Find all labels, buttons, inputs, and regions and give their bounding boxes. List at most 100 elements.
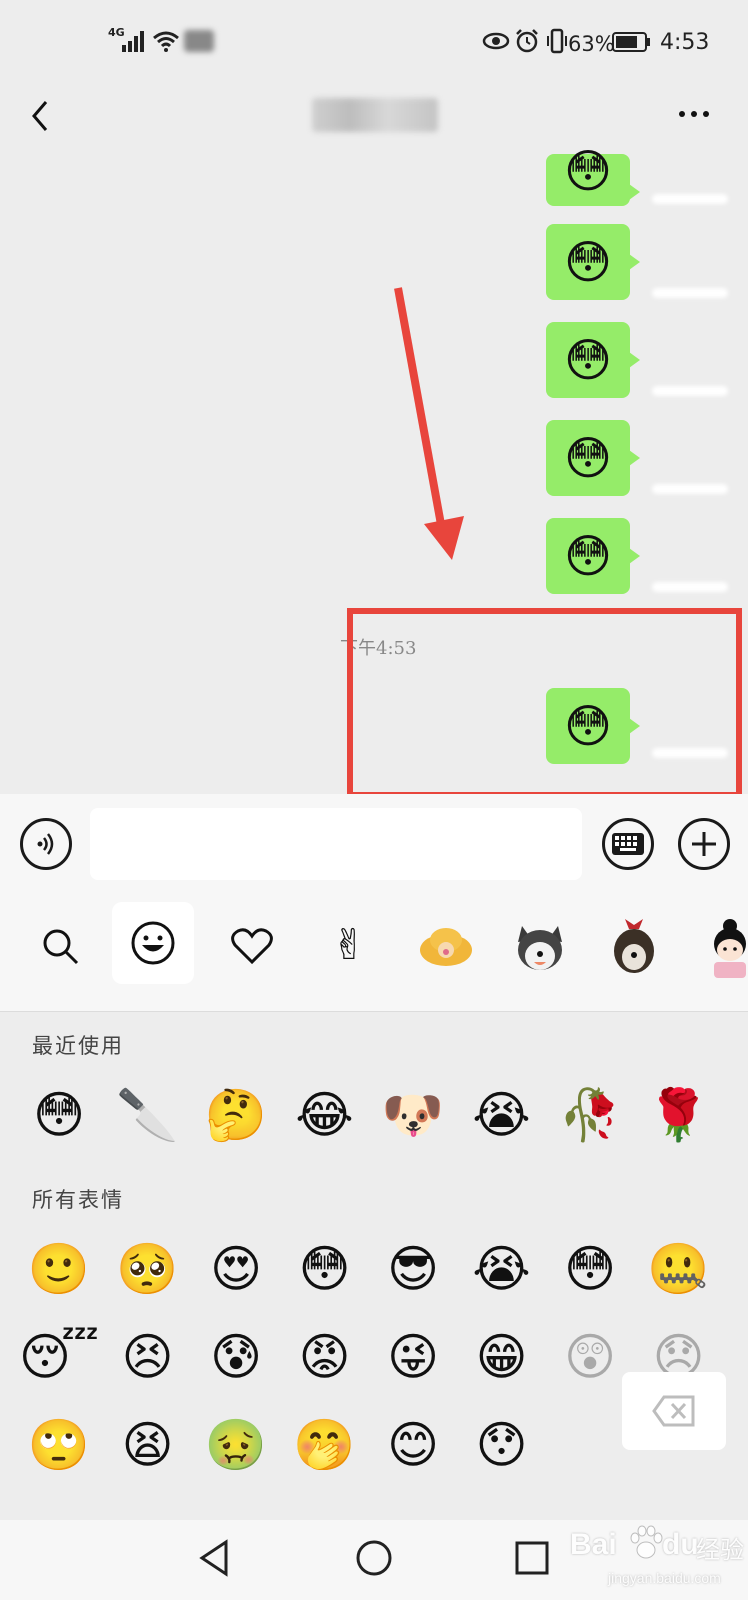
baidu-watermark: Bai du 经验 jingyan.baidu.com (568, 1522, 744, 1596)
victory-hand-icon: ✌ (331, 919, 367, 969)
voice-button[interactable] (20, 818, 72, 870)
watermark-jingyan: 经验 (696, 1536, 744, 1564)
circle-home-icon (356, 1540, 392, 1576)
message-bubble[interactable]: 😳 (546, 322, 640, 398)
tab-search[interactable] (30, 916, 90, 976)
signal-icon (122, 30, 148, 56)
battery-icon (612, 32, 652, 56)
flushed-face-emoji: 😳 (564, 235, 612, 289)
recent-emoji[interactable]: 😂 (290, 1080, 360, 1150)
flushed-face-emoji: 😳 (564, 144, 612, 198)
more-button[interactable] (676, 104, 716, 124)
alarm-icon (514, 28, 540, 58)
message-bubble[interactable]: 😳 (546, 224, 640, 300)
avatar[interactable] (652, 288, 728, 298)
emoji-item[interactable]: 😯 (467, 1410, 537, 1480)
emoji-item[interactable]: 😎 (378, 1234, 448, 1304)
flushed-face-emoji: 😳 (564, 333, 612, 387)
backspace-icon (652, 1395, 695, 1427)
emoji-item[interactable]: 😫 (113, 1410, 183, 1480)
recent-emoji[interactable]: 🔪 (113, 1080, 183, 1150)
smiley-icon (131, 921, 175, 965)
tab-sticker-pack-1[interactable] (416, 916, 476, 976)
emoji-item[interactable]: 😰 (201, 1322, 271, 1392)
tab-emoji[interactable] (112, 902, 194, 984)
emoji-item[interactable]: 😴 (19, 1322, 99, 1392)
emoji-item[interactable]: 😳 (290, 1234, 360, 1304)
chat-area[interactable]: 😳 😳 😳 😳 😳 下午4:53 😳 (0, 148, 748, 798)
emoji-item[interactable]: 🙂 (24, 1234, 94, 1304)
emoji-item[interactable]: 😜 (378, 1322, 448, 1392)
dog-bow-sticker-icon (614, 919, 654, 973)
nav-home-button[interactable] (350, 1534, 398, 1582)
emoji-item[interactable]: 😁 (467, 1322, 537, 1392)
avatar[interactable] (652, 386, 728, 396)
watermark-bai: Bai (570, 1528, 617, 1561)
chevron-left-icon (32, 101, 48, 131)
chat-header (0, 86, 748, 160)
emoji-item[interactable]: 😳 (555, 1234, 625, 1304)
ellipsis-icon (679, 111, 709, 117)
tab-gestures[interactable]: ✌ (324, 914, 374, 974)
recent-emoji[interactable]: 🤔 (201, 1080, 271, 1150)
keyboard-icon (612, 833, 644, 855)
recent-emoji[interactable]: 🐶 (378, 1080, 448, 1150)
avatar[interactable] (652, 582, 728, 592)
back-button[interactable] (22, 96, 62, 136)
avatar[interactable] (652, 484, 728, 494)
emoji-item[interactable]: 🙄 (24, 1410, 94, 1480)
wifi-icon (152, 30, 180, 56)
recent-emoji[interactable]: 🥀 (555, 1080, 625, 1150)
status-bar: 4G 63% 4:53 (0, 0, 748, 86)
dog-sticker-icon (518, 926, 562, 970)
heart-icon (231, 928, 273, 965)
paw-icon (626, 1522, 666, 1562)
message-bubble[interactable]: 😳 (546, 148, 640, 206)
square-recents-icon (515, 1541, 549, 1575)
voice-icon (37, 833, 54, 855)
message-input[interactable] (90, 808, 582, 880)
emoji-item[interactable]: 🤐 (644, 1234, 714, 1304)
watermark-url: jingyan.baidu.com (608, 1570, 721, 1586)
avatar[interactable] (652, 194, 728, 204)
message-bubble[interactable]: 😳 (546, 518, 640, 594)
girl-sticker-icon (714, 919, 746, 978)
all-section-label: 所有表情 (32, 1188, 124, 1212)
emoji-item[interactable]: 😣 (113, 1322, 183, 1392)
search-icon (43, 929, 79, 965)
clock: 4:53 (660, 30, 710, 55)
triangle-back-icon (199, 1539, 228, 1577)
emoji-item[interactable]: 😲 (555, 1322, 625, 1392)
annotation-highlight-box (347, 608, 742, 798)
message-bubble[interactable]: 😳 (546, 420, 640, 496)
emoji-item[interactable]: 😍 (201, 1234, 271, 1304)
tab-favorites[interactable] (222, 916, 282, 976)
flushed-face-emoji: 😳 (564, 529, 612, 583)
delete-button[interactable] (622, 1372, 726, 1450)
plus-icon (692, 832, 716, 856)
recent-emoji[interactable]: 😳 (24, 1080, 94, 1150)
nav-back-button[interactable] (192, 1534, 240, 1582)
emoji-item[interactable]: 🤭 (290, 1410, 360, 1480)
eye-icon (482, 30, 510, 56)
tab-sticker-pack-2[interactable] (510, 914, 570, 978)
emoji-item[interactable]: 😭 (467, 1234, 537, 1304)
watermark-du: du (662, 1528, 699, 1561)
emoji-item[interactable]: 😊 (378, 1410, 448, 1480)
emoji-item[interactable]: 😡 (290, 1322, 360, 1392)
blurred-indicator (184, 30, 214, 52)
nav-recents-button[interactable] (508, 1534, 556, 1582)
emoji-item[interactable]: 🥺 (113, 1234, 183, 1304)
keyboard-button[interactable] (602, 818, 654, 870)
more-actions-button[interactable] (678, 818, 730, 870)
sticker-tabs: ✌ (0, 894, 748, 1012)
battery-percent: 63% (568, 32, 615, 56)
tab-sticker-pack-4[interactable] (700, 914, 748, 978)
emoji-item[interactable]: 🤢 (201, 1410, 271, 1480)
hat-sticker-icon (420, 928, 472, 966)
contact-name-blurred (312, 98, 438, 132)
recent-emoji[interactable]: 😭 (467, 1080, 537, 1150)
tab-sticker-pack-3[interactable] (604, 914, 664, 978)
annotation-arrow (394, 287, 464, 560)
recent-emoji[interactable]: 🌹 (644, 1080, 714, 1150)
